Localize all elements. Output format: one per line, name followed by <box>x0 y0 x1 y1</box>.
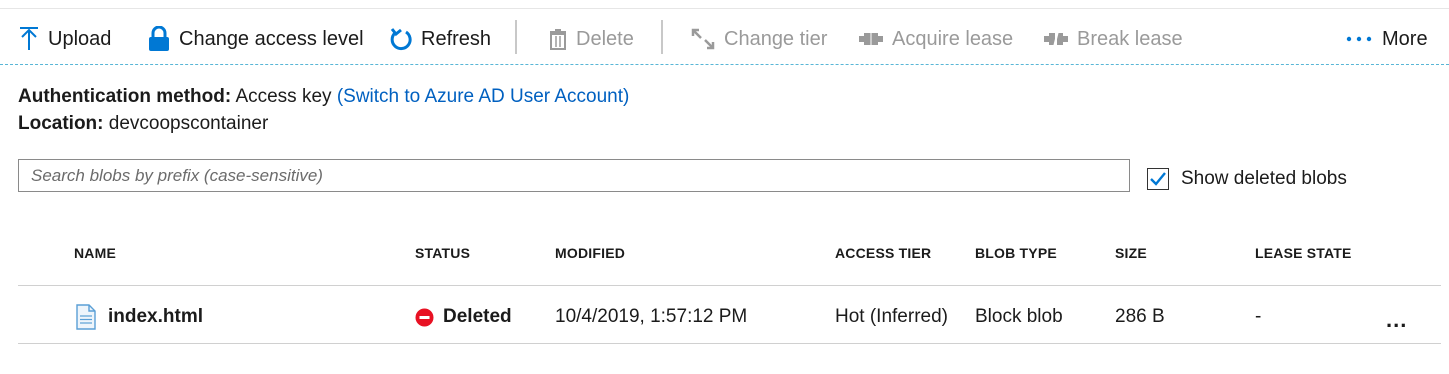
show-deleted-blobs-label: Show deleted blobs <box>1181 168 1347 189</box>
ellipsis-icon <box>1346 35 1374 43</box>
location-row: Location: devcoopscontainer <box>18 113 268 135</box>
auth-method-row: Authentication method: Access key (Switc… <box>18 86 629 108</box>
upload-button[interactable]: Upload <box>18 14 111 64</box>
blob-name-cell[interactable]: index.html <box>76 304 203 330</box>
more-label: More <box>1382 27 1428 50</box>
search-blobs-input[interactable] <box>18 159 1130 192</box>
status-cell: Deleted <box>415 305 512 329</box>
break-lease-button[interactable]: Break lease <box>1043 14 1183 64</box>
break-lease-label: Break lease <box>1077 27 1183 50</box>
toolbar-divider <box>0 64 1449 65</box>
column-header-status[interactable]: STATUS <box>415 245 470 261</box>
change-tier-label: Change tier <box>724 27 828 50</box>
refresh-label: Refresh <box>421 27 492 50</box>
column-header-access-tier[interactable]: ACCESS TIER <box>835 245 931 261</box>
row-divider <box>18 343 1441 344</box>
change-tier-icon <box>690 27 716 51</box>
modified-cell: 10/4/2019, 1:57:12 PM <box>555 306 748 327</box>
column-header-name[interactable]: NAME <box>74 245 116 261</box>
checkbox-box[interactable] <box>1147 168 1169 190</box>
column-header-size[interactable]: SIZE <box>1115 245 1147 261</box>
acquire-lease-button[interactable]: Acquire lease <box>858 14 1013 64</box>
trash-icon <box>548 28 568 50</box>
row-actions-ellipsis-icon[interactable]: ... <box>1386 307 1407 332</box>
checkmark-icon <box>1150 172 1166 186</box>
lock-icon <box>147 26 171 52</box>
refresh-button[interactable]: Refresh <box>389 14 491 64</box>
auth-method-label: Authentication method: <box>18 86 232 107</box>
column-header-modified[interactable]: MODIFIED <box>555 245 625 261</box>
top-border <box>0 8 1449 9</box>
lease-state-cell: - <box>1255 306 1262 327</box>
column-header-blob-type[interactable]: BLOB TYPE <box>975 245 1057 261</box>
change-access-level-button[interactable]: Change access level <box>147 14 364 64</box>
column-header-lease-state[interactable]: LEASE STATE <box>1255 245 1352 261</box>
switch-auth-link[interactable]: (Switch to Azure AD User Account) <box>337 86 630 107</box>
delete-button[interactable]: Delete <box>548 14 634 64</box>
break-lease-icon <box>1043 30 1069 48</box>
location-label: Location: <box>18 113 104 134</box>
more-button[interactable]: More <box>1346 14 1428 64</box>
toolbar-separator <box>515 20 517 54</box>
deleted-status-icon <box>415 308 434 327</box>
header-divider <box>18 285 1441 286</box>
refresh-icon <box>389 26 413 52</box>
location-value: devcoopscontainer <box>108 113 269 134</box>
blob-type-cell: Block blob <box>975 306 1063 327</box>
size-cell: 286 B <box>1115 306 1165 327</box>
auth-method-value: Access key <box>235 86 332 107</box>
upload-label: Upload <box>48 27 112 50</box>
delete-label: Delete <box>576 27 634 50</box>
access-tier-cell: Hot (Inferred) <box>835 306 948 327</box>
show-deleted-blobs-checkbox[interactable]: Show deleted blobs <box>1147 168 1347 190</box>
blob-name[interactable]: index.html <box>108 306 203 328</box>
command-bar: Upload Change access level Refresh Delet… <box>0 14 1449 64</box>
status-text: Deleted <box>443 306 512 327</box>
acquire-lease-icon <box>858 30 884 48</box>
change-access-level-label: Change access level <box>179 27 364 50</box>
change-tier-button[interactable]: Change tier <box>690 14 827 64</box>
toolbar-separator <box>661 20 663 54</box>
acquire-lease-label: Acquire lease <box>892 27 1014 50</box>
upload-arrow-icon <box>18 26 40 52</box>
document-icon <box>76 304 96 330</box>
